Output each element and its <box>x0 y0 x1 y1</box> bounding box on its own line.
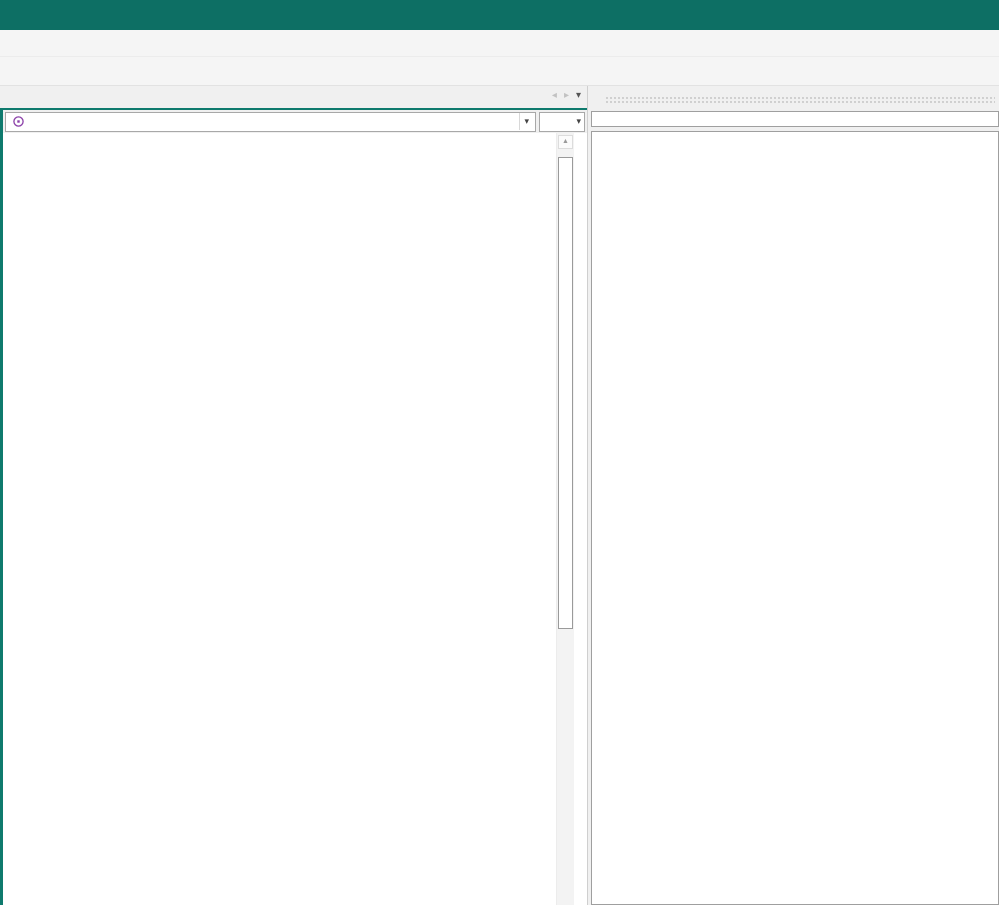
navigator-row: ▾ ▾ <box>0 110 587 133</box>
tab-scroll-controls: ◂ ▸ ▾ <box>552 90 581 101</box>
tab-scroll-right-icon[interactable]: ▸ <box>564 90 569 101</box>
document-tab-strip: ◂ ▸ ▾ <box>0 86 587 108</box>
b4a-ide-window: ◂ ▸ ▾ ▾ ▾ ▲ <box>0 0 999 905</box>
titlebar <box>0 0 999 30</box>
code-lines[interactable] <box>3 133 556 905</box>
code-editor[interactable]: ▲ <box>0 133 587 905</box>
tab-scroll-left-icon[interactable]: ◂ <box>552 90 557 101</box>
quick-nav-bookmarks <box>377 2 999 32</box>
logs-grip-texture <box>605 95 995 105</box>
logs-panel <box>588 86 999 905</box>
logs-output-box[interactable] <box>591 131 999 905</box>
zoom-dropdown-icon[interactable]: ▾ <box>576 116 581 127</box>
tab-list-dropdown-icon[interactable]: ▾ <box>576 90 581 101</box>
navigator-dropdown-icon[interactable]: ▾ <box>519 113 533 130</box>
logs-header <box>591 86 999 110</box>
sub-icon <box>13 116 24 127</box>
editor-pane: ◂ ▸ ▾ ▾ ▾ ▲ <box>0 86 588 905</box>
sub-navigator-combobox[interactable]: ▾ <box>5 111 536 132</box>
menu-bar <box>0 30 999 56</box>
error-marker-strip <box>574 133 587 905</box>
scrollbar-thumb[interactable] <box>558 157 573 629</box>
toolbar <box>0 56 999 86</box>
scrollbar-up-icon[interactable]: ▲ <box>558 135 573 149</box>
main-area: ◂ ▸ ▾ ▾ ▾ ▲ <box>0 86 999 905</box>
zoom-combobox[interactable]: ▾ <box>539 111 585 132</box>
editor-vertical-scrollbar[interactable]: ▲ <box>556 133 574 905</box>
compiler-errors-box[interactable] <box>591 111 999 127</box>
